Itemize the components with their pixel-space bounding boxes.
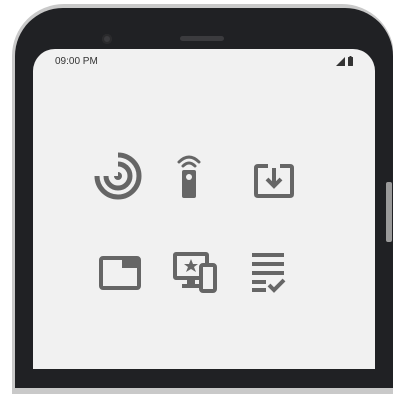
window-icon[interactable] [95,248,145,298]
phone-side-button [386,182,392,242]
featured-devices-icon[interactable] [170,247,220,297]
download-tray-icon[interactable] [249,155,299,205]
radar-icon[interactable] [93,151,143,201]
checklist-icon[interactable] [243,247,293,297]
earpiece-speaker [180,36,224,41]
phone-screen: 09:00 PM [33,49,375,369]
remote-control-icon[interactable] [164,151,214,201]
front-camera [102,34,112,44]
app-icon-grid [33,49,375,369]
